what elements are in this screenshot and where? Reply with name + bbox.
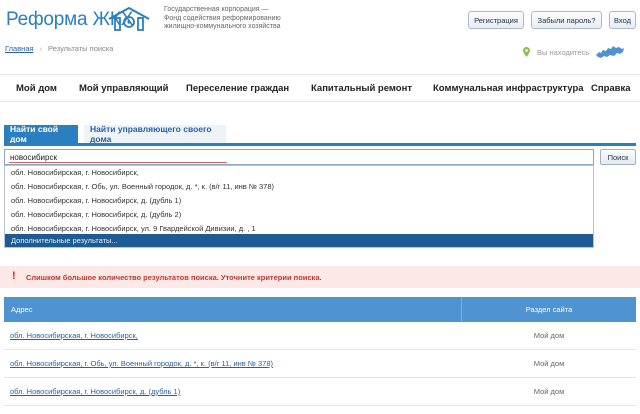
too-many-results-warning: ! Слишком большое количество результатов… <box>0 266 640 288</box>
suggestion-item[interactable]: обл. Новосибирская, г. Новосибирск, д. (… <box>5 207 593 221</box>
table-row: обл. Новосибирская, г. Новосибирск, д. (… <box>4 378 636 406</box>
register-button[interactable]: Регистрация <box>468 11 524 29</box>
search-button[interactable]: Поиск <box>600 149 636 165</box>
forgot-password-button[interactable]: Забыли пароль? <box>531 11 602 29</box>
result-address-link[interactable]: обл. Новосибирская, г. Обь, ул. Военный … <box>10 359 273 368</box>
nav-item-my-manager[interactable]: Мой управляющий <box>79 83 168 94</box>
breadcrumb-home-link[interactable]: Главная <box>5 44 34 53</box>
house-logo-icon[interactable] <box>107 6 151 32</box>
login-button[interactable]: Вход <box>609 11 636 29</box>
spellcheck-underline <box>9 162 227 163</box>
nav-item-help[interactable]: Справка <box>591 83 631 94</box>
location-pin-icon <box>523 47 530 57</box>
corporation-description: Государственная корпорация — Фонд содейс… <box>164 6 281 30</box>
nav-item-resettlement[interactable]: Переселение граждан <box>186 83 289 94</box>
result-address-link[interactable]: обл. Новосибирская, г. Новосибирск, д. (… <box>10 387 180 396</box>
tab-find-manager[interactable]: Найти управляющего своего дома <box>84 124 226 144</box>
location-selector[interactable]: Вы находитесь <box>523 44 625 60</box>
search-suggestions-dropdown: обл. Новосибирская, г. Новосибирск, обл.… <box>4 165 594 248</box>
result-section: Мой дом <box>533 387 565 396</box>
breadcrumb-current: Результаты поиска <box>48 44 114 53</box>
nav-item-infrastructure[interactable]: Коммунальная инфраструктура <box>433 83 584 94</box>
results-table-header: Адрес Раздел сайта <box>4 297 636 322</box>
table-row: обл. Новосибирская, г. Обь, ул. Военный … <box>4 350 636 378</box>
nav-item-my-house[interactable]: Мой дом <box>16 83 57 94</box>
location-label: Вы находитесь <box>537 47 590 57</box>
suggestion-item[interactable]: обл. Новосибирская, г. Новосибирск, д. (… <box>5 194 593 208</box>
exclamation-icon: ! <box>12 270 16 282</box>
table-row: обл. Новосибирская, г. Новосибирск, Мой … <box>4 322 636 350</box>
breadcrumb-separator-icon: › <box>39 44 43 53</box>
more-results-item[interactable]: Дополнительные результаты... <box>5 234 593 247</box>
tab-find-house[interactable]: Найти свой дом <box>4 124 78 144</box>
breadcrumb: Главная › Результаты поиска <box>5 44 113 53</box>
suggestion-item[interactable]: обл. Новосибирская, г. Новосибирск, ул. … <box>5 221 593 235</box>
result-section: Мой дом <box>533 331 565 340</box>
russia-map-icon <box>596 46 625 58</box>
column-header-address: Адрес <box>11 305 33 314</box>
suggestion-item[interactable]: обл. Новосибирская, г. Новосибирск, <box>5 166 593 180</box>
suggestion-item[interactable]: обл. Новосибирская, г. Обь, ул. Военный … <box>5 180 593 194</box>
nav-item-capital-repair[interactable]: Капитальный ремонт <box>311 83 412 94</box>
warning-text: Слишком большое количество результатов п… <box>26 273 322 282</box>
search-tab-strip <box>4 143 636 146</box>
main-navigation: Мой дом Мой управляющий Переселение граж… <box>0 74 640 102</box>
site-header: Реформа ЖКХ Государственная корпорация —… <box>0 0 640 40</box>
result-section: Мой дом <box>533 359 565 368</box>
result-address-link[interactable]: обл. Новосибирская, г. Новосибирск, <box>10 331 138 340</box>
column-header-section: Раздел сайта <box>525 305 573 314</box>
